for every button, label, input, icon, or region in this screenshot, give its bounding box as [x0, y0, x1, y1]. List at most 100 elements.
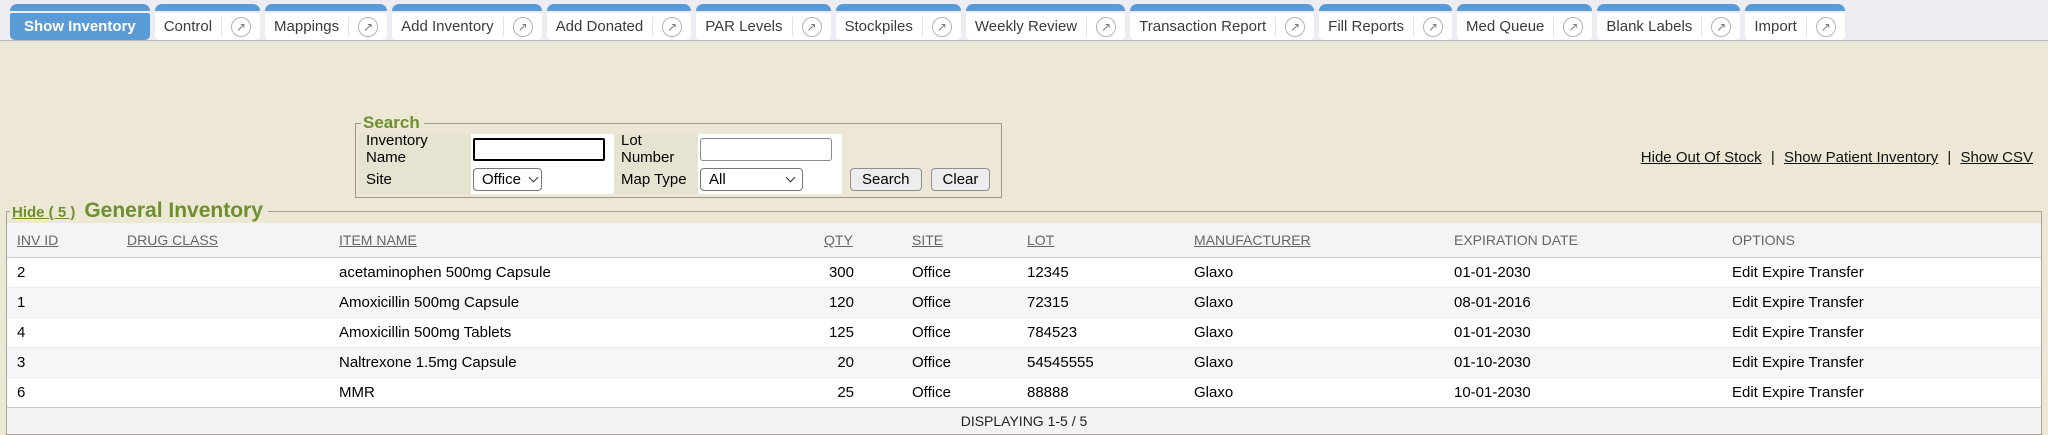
hide-count-link[interactable]: Hide ( 5 ) — [12, 204, 75, 221]
main-content: Search Inventory Name Lot Number Site Of… — [0, 41, 2048, 402]
tab-add-donated[interactable]: Add Donated ↗ — [547, 4, 692, 40]
tab-par-levels[interactable]: PAR Levels ↗ — [696, 4, 830, 40]
inventory-name-input[interactable] — [473, 138, 605, 161]
cell-qty: 20 — [814, 348, 902, 378]
lot-number-label: Lot Number — [614, 134, 698, 164]
tab-fill-reports[interactable]: Fill Reports ↗ — [1319, 4, 1452, 40]
site-select[interactable]: Office — [473, 168, 542, 191]
hide-out-of-stock-link[interactable]: Hide Out Of Stock — [1641, 149, 1762, 166]
open-in-new-icon[interactable]: ↗ — [1563, 17, 1583, 37]
tab-label: Control — [164, 18, 212, 35]
map-type-label: Map Type — [614, 164, 698, 194]
cell-site: Office — [902, 378, 1017, 408]
table-footer-row: DISPLAYING 1-5 / 5 — [7, 408, 2041, 435]
cell-manufacturer: Glaxo — [1184, 288, 1444, 318]
tab-body: Stockpiles ↗ — [836, 13, 961, 40]
column-header-drug-class[interactable]: DRUG CLASS — [117, 223, 329, 258]
tab-label: Show Inventory — [24, 18, 136, 35]
open-in-new-icon[interactable]: ↗ — [231, 17, 251, 37]
column-header-qty[interactable]: QTY — [814, 223, 902, 258]
chevron-down-icon — [786, 172, 796, 182]
column-header-lot[interactable]: LOT — [1017, 223, 1184, 258]
map-type-select[interactable]: All — [700, 168, 803, 191]
tab-blank-labels[interactable]: Blank Labels ↗ — [1597, 4, 1740, 40]
cell-drug-class — [117, 288, 329, 318]
tab-divider — [1701, 17, 1702, 36]
tab-divider — [503, 17, 504, 36]
clear-button[interactable]: Clear — [931, 168, 991, 191]
column-header-site[interactable]: SITE — [902, 223, 1017, 258]
tab-import[interactable]: Import ↗ — [1745, 4, 1845, 40]
show-patient-inventory-link[interactable]: Show Patient Inventory — [1784, 149, 1938, 166]
open-in-new-icon[interactable]: ↗ — [662, 17, 682, 37]
cell-inv-id: 2 — [7, 258, 117, 288]
cell-site: Office — [902, 288, 1017, 318]
cell-options[interactable]: Edit Expire Transfer — [1722, 288, 2041, 318]
tab-control[interactable]: Control ↗ — [155, 4, 260, 40]
tab-body: Weekly Review ↗ — [966, 13, 1125, 40]
cell-manufacturer: Glaxo — [1184, 258, 1444, 288]
site-select-value: Office — [482, 171, 521, 188]
cell-options[interactable]: Edit Expire Transfer — [1722, 318, 2041, 348]
cell-lot: 88888 — [1017, 378, 1184, 408]
column-header-inv-id[interactable]: INV ID — [7, 223, 117, 258]
cell-item-name: Naltrexone 1.5mg Capsule — [329, 348, 814, 378]
lot-number-input[interactable] — [700, 138, 832, 161]
site-label: Site — [359, 164, 471, 194]
tab-accent-strip — [547, 4, 692, 11]
column-header-expiration-date: EXPIRATION DATE — [1444, 223, 1722, 258]
cell-options[interactable]: Edit Expire Transfer — [1722, 378, 2041, 408]
open-in-new-icon[interactable]: ↗ — [358, 17, 378, 37]
cell-expiration-date: 01-01-2030 — [1444, 258, 1722, 288]
tab-transaction-report[interactable]: Transaction Report ↗ — [1130, 4, 1314, 40]
cell-inv-id: 3 — [7, 348, 117, 378]
tab-label: Blank Labels — [1606, 18, 1692, 35]
cell-manufacturer: Glaxo — [1184, 378, 1444, 408]
tab-label: Add Inventory — [401, 18, 494, 35]
tab-accent-strip — [836, 4, 961, 11]
cell-drug-class — [117, 318, 329, 348]
tab-mappings[interactable]: Mappings ↗ — [265, 4, 387, 40]
tab-show-inventory[interactable]: Show Inventory — [10, 4, 150, 40]
cell-options[interactable]: Edit Expire Transfer — [1722, 348, 2041, 378]
tab-body: Show Inventory — [10, 13, 150, 40]
inventory-row: 3 Naltrexone 1.5mg Capsule 20 Office 545… — [7, 348, 2041, 378]
quick-links: Hide Out Of Stock | Show Patient Invento… — [1641, 149, 2033, 166]
search-legend: Search — [361, 113, 424, 133]
open-in-new-icon[interactable]: ↗ — [802, 17, 822, 37]
search-panel: Search Inventory Name Lot Number Site Of… — [355, 113, 1002, 198]
tab-weekly-review[interactable]: Weekly Review ↗ — [966, 4, 1125, 40]
tab-stockpiles[interactable]: Stockpiles ↗ — [836, 4, 961, 40]
cell-item-name: Amoxicillin 500mg Tablets — [329, 318, 814, 348]
cell-inv-id: 4 — [7, 318, 117, 348]
tab-accent-strip — [10, 4, 150, 11]
search-buttons: Search Clear — [842, 164, 998, 194]
cell-options[interactable]: Edit Expire Transfer — [1722, 258, 2041, 288]
cell-site: Office — [902, 348, 1017, 378]
open-in-new-icon[interactable]: ↗ — [513, 17, 533, 37]
tab-divider — [1413, 17, 1414, 36]
open-in-new-icon[interactable]: ↗ — [1711, 17, 1731, 37]
column-header-manufacturer[interactable]: MANUFACTURER — [1184, 223, 1444, 258]
tab-accent-strip — [966, 4, 1125, 11]
column-header-item-name[interactable]: ITEM NAME — [329, 223, 814, 258]
cell-drug-class — [117, 378, 329, 408]
search-button[interactable]: Search — [850, 168, 922, 191]
open-in-new-icon[interactable]: ↗ — [1816, 17, 1836, 37]
tab-divider — [652, 17, 653, 36]
search-grid-spacer — [842, 134, 998, 164]
open-in-new-icon[interactable]: ↗ — [1423, 17, 1443, 37]
cell-manufacturer: Glaxo — [1184, 318, 1444, 348]
tab-add-inventory[interactable]: Add Inventory ↗ — [392, 4, 542, 40]
open-in-new-icon[interactable]: ↗ — [1096, 17, 1116, 37]
cell-qty: 300 — [814, 258, 902, 288]
show-csv-link[interactable]: Show CSV — [1960, 149, 2033, 166]
table-header-row: INV ID DRUG CLASS ITEM NAME QTY SITE LOT… — [7, 223, 2041, 258]
tab-med-queue[interactable]: Med Queue ↗ — [1457, 4, 1592, 40]
open-in-new-icon[interactable]: ↗ — [932, 17, 952, 37]
cell-site: Office — [902, 258, 1017, 288]
cell-drug-class — [117, 258, 329, 288]
cell-lot: 784523 — [1017, 318, 1184, 348]
open-in-new-icon[interactable]: ↗ — [1285, 17, 1305, 37]
tab-divider — [1553, 17, 1554, 36]
